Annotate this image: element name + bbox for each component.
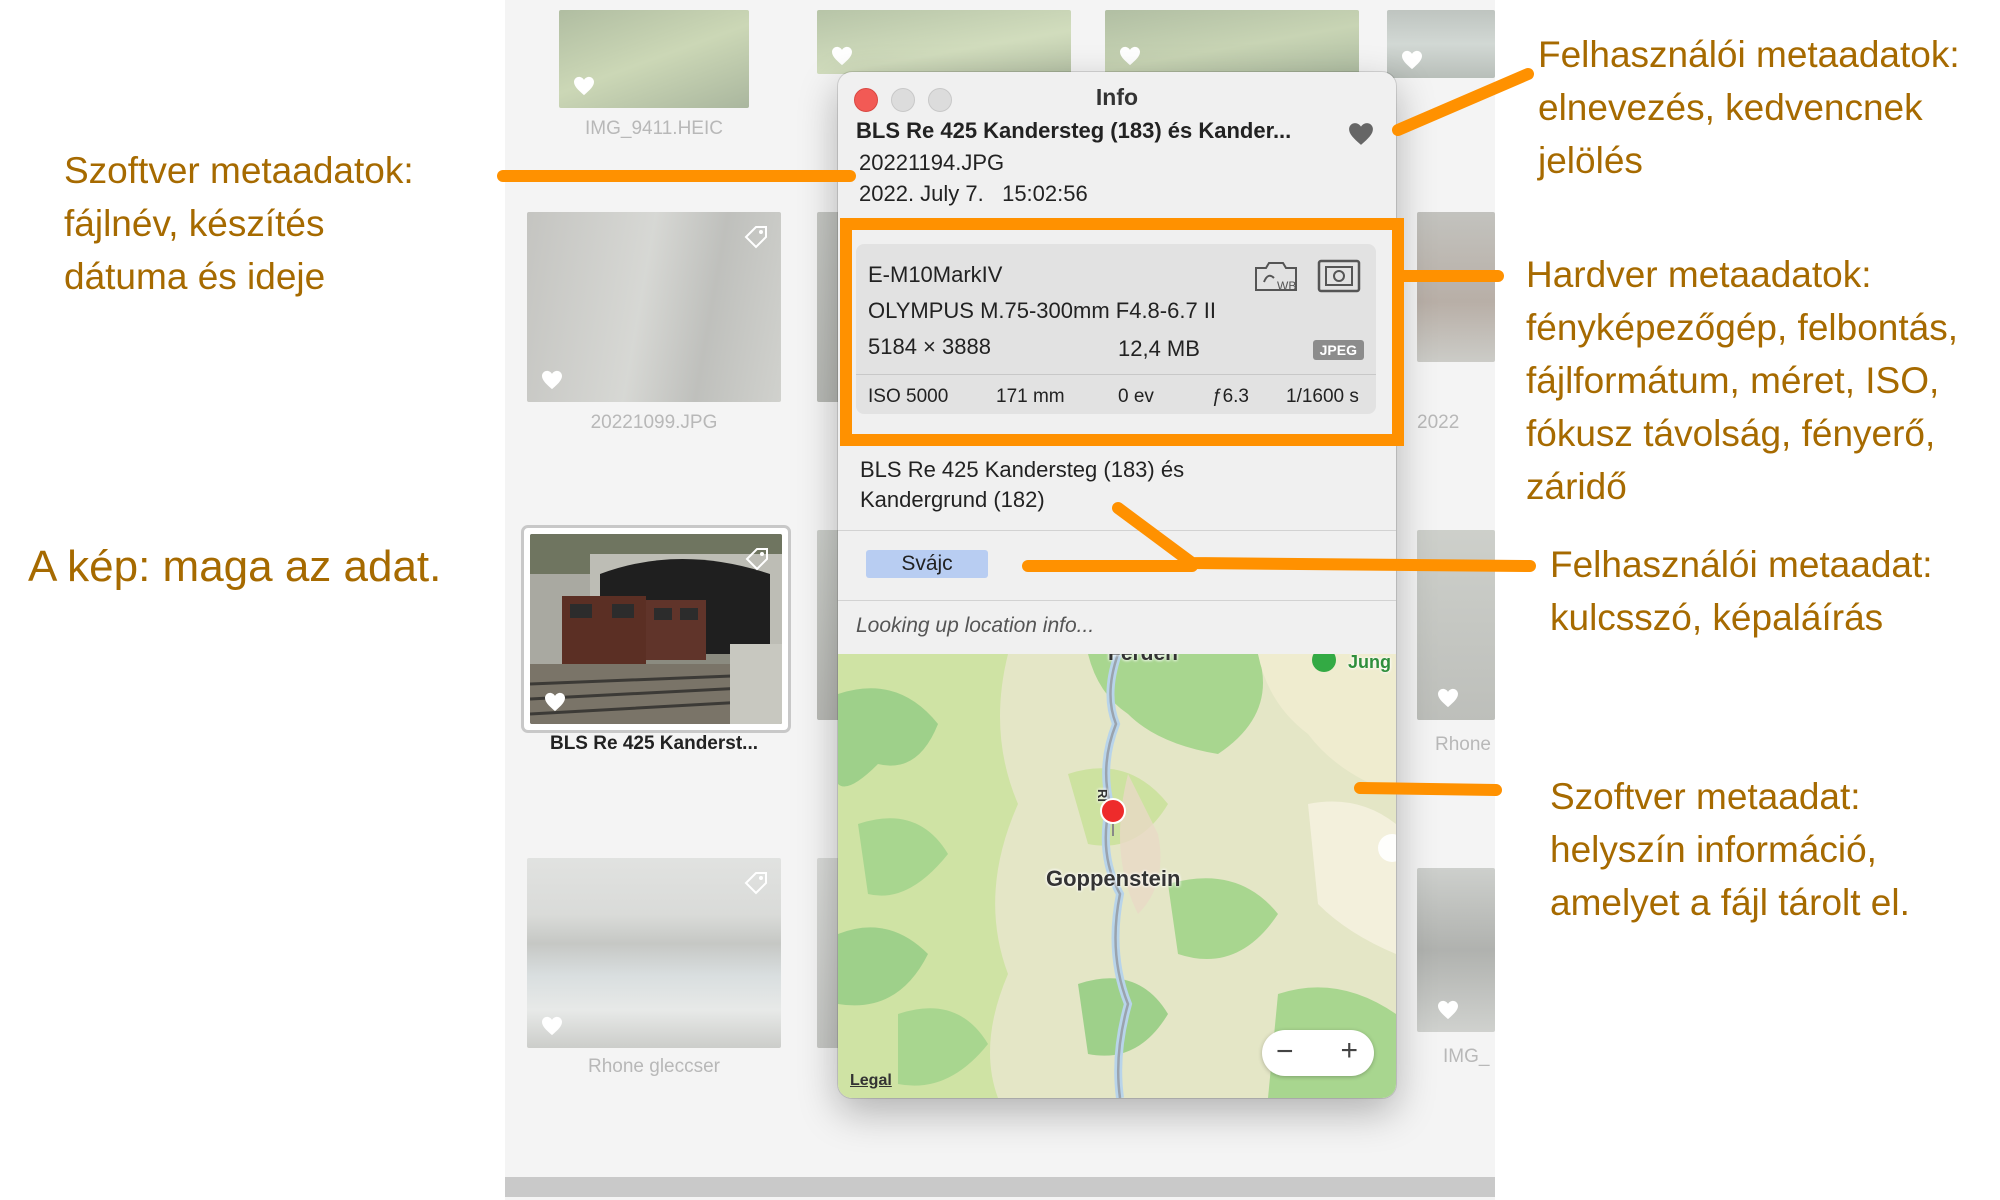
annotation-image-is-data: A kép: maga az adat. [28,542,442,591]
annotation-user-metadata: Felhasználói metaadatok: elnevezés, kedv… [1538,34,1960,181]
annotation-software-metadata: Szoftver metaadatok: fájlnév, készítés d… [64,150,414,297]
callout-line-user-top [1392,68,1534,136]
annotation-keyword-caption: Felhasználói metaadat: kulcsszó, képaláí… [1550,544,1933,638]
callout-line-keyword [1112,502,1536,572]
annotation-hardware-metadata: Hardver metaadatok: fényképezőgép, felbo… [1526,254,1958,507]
annotation-location-metadata: Szoftver metaadat: helyszín információ, … [1550,776,1910,923]
callout-line-location [1354,782,1502,796]
